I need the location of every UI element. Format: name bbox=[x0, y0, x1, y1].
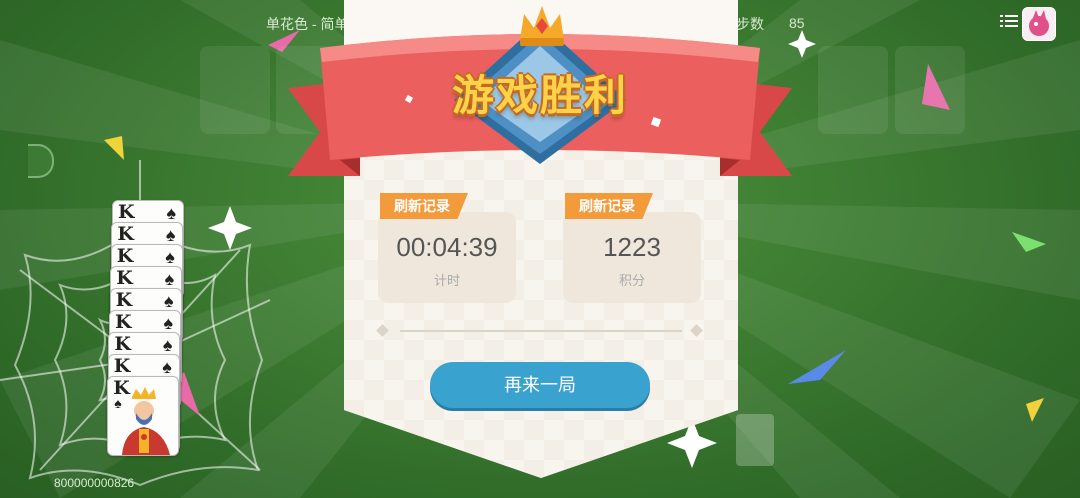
avatar[interactable] bbox=[1022, 7, 1056, 41]
score-value: 1223 bbox=[603, 232, 661, 262]
confetti bbox=[1026, 398, 1044, 422]
divider bbox=[400, 330, 682, 332]
card-rank: K bbox=[113, 355, 131, 377]
spade-icon: ♠ bbox=[166, 203, 176, 223]
sparkle-icon bbox=[208, 206, 252, 250]
new-record-badge: 刷新记录 bbox=[565, 193, 653, 219]
time-stat: 00:04:39 计时 bbox=[378, 212, 516, 303]
spade-icon: ♠ bbox=[162, 357, 172, 377]
spade-icon: ♠ bbox=[165, 247, 175, 267]
king-card: K ♠ bbox=[107, 376, 180, 456]
menu-icon[interactable] bbox=[1000, 13, 1020, 31]
spade-icon: ♠ bbox=[165, 225, 176, 245]
crown-icon bbox=[520, 6, 564, 46]
play-again-button[interactable]: 再来一局 bbox=[430, 362, 650, 408]
card-rank: K bbox=[116, 245, 134, 267]
confetti bbox=[104, 136, 124, 160]
score-stat: 1223 积分 bbox=[563, 212, 701, 303]
victory-title: 游戏胜利 bbox=[451, 71, 628, 120]
spade-icon: ♠ bbox=[164, 269, 175, 289]
foundation-slot[interactable] bbox=[818, 46, 888, 134]
card-rank: K bbox=[115, 311, 132, 333]
confetti bbox=[1012, 232, 1046, 252]
card-rank: K bbox=[114, 333, 131, 355]
new-record-badge: 刷新记录 bbox=[380, 193, 468, 219]
spade-icon: ♠ bbox=[162, 335, 173, 355]
king-portrait bbox=[122, 387, 171, 455]
card-rank: K bbox=[116, 267, 133, 289]
card-rank: K bbox=[118, 201, 135, 223]
foundation-slot bbox=[736, 414, 774, 466]
foundation-slot[interactable] bbox=[895, 46, 965, 134]
score-label: 积分 bbox=[618, 273, 645, 288]
side-toggle-button[interactable] bbox=[28, 144, 54, 178]
time-value: 00:04:39 bbox=[396, 232, 498, 262]
card-rank: K bbox=[115, 289, 133, 311]
confetti bbox=[788, 350, 846, 384]
spade-icon: ♠ bbox=[164, 291, 174, 311]
time-label: 计时 bbox=[433, 273, 460, 288]
game-serial: 800000000826 bbox=[54, 476, 135, 490]
card-rank: K bbox=[117, 223, 134, 245]
foundation-slot[interactable] bbox=[200, 46, 270, 134]
spade-icon: ♠ bbox=[163, 313, 173, 333]
